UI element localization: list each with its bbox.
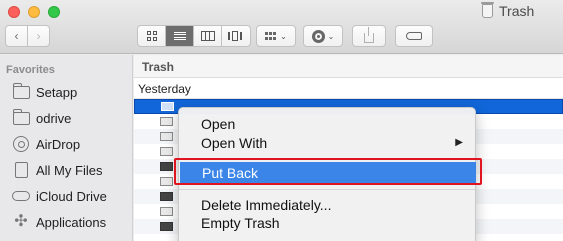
sidebar-item-label: All My Files — [36, 162, 103, 178]
icon-view-button[interactable] — [138, 26, 166, 46]
tag-button[interactable] — [395, 25, 433, 47]
close-window-button[interactable] — [8, 6, 20, 18]
all-files-icon — [12, 162, 30, 178]
chevron-down-icon: ⌄ — [280, 31, 287, 41]
airdrop-icon — [12, 136, 30, 152]
gear-icon — [311, 29, 325, 43]
menu-item-empty-trash[interactable]: Empty Trash — [179, 212, 475, 234]
image-file-icon — [160, 222, 173, 231]
folder-icon — [12, 108, 30, 126]
sidebar-item-label: iCloud Drive — [36, 188, 107, 204]
trash-icon — [481, 2, 494, 18]
sidebar-heading: Favorites — [6, 64, 55, 76]
back-button[interactable]: ‹ — [5, 25, 28, 47]
list-view-button[interactable] — [166, 26, 194, 46]
file-icon — [160, 117, 173, 126]
sidebar-item-applications[interactable]: ✣ Applications — [12, 211, 106, 233]
minimize-window-button[interactable] — [28, 6, 40, 18]
sidebar-item-setapp[interactable]: Setapp — [12, 81, 77, 103]
arrange-icon — [265, 32, 277, 40]
column-view-button[interactable] — [194, 26, 222, 46]
menu-item-label: Delete Immediately... — [201, 197, 332, 213]
menu-separator — [179, 189, 475, 190]
window-title-text: Trash — [499, 3, 535, 19]
window-toolbar: Trash ‹ › ⌄ ⌄ — [0, 0, 563, 54]
sidebar-item-label: AirDrop — [36, 136, 81, 152]
sidebar-item-airdrop[interactable]: AirDrop — [12, 133, 80, 155]
menu-item-label: Put Back — [202, 165, 259, 181]
menu-item-label: Open — [201, 116, 236, 132]
forward-button[interactable]: › — [27, 25, 50, 47]
sidebar-item-label: Setapp — [36, 84, 78, 100]
tag-icon — [406, 32, 422, 40]
chevron-right-icon: › — [36, 29, 41, 43]
image-file-icon — [160, 192, 173, 201]
applications-icon: ✣ — [14, 213, 28, 230]
window-title: Trash — [481, 2, 535, 19]
sidebar-item-label: Applications — [36, 214, 107, 230]
menu-item-label: Empty Trash — [201, 215, 280, 231]
group-header: Yesterday — [134, 78, 563, 99]
view-mode-selector — [137, 25, 251, 47]
context-menu: Open Open With ▶ Put Back Delete Immedia… — [178, 107, 476, 241]
sidebar-item-odrive[interactable]: odrive — [12, 107, 71, 129]
file-icon — [160, 177, 173, 186]
cloud-icon — [12, 188, 30, 204]
menu-item-open-with[interactable]: Open With ▶ — [179, 132, 475, 154]
chevron-left-icon: ‹ — [14, 29, 19, 43]
file-icon — [160, 132, 173, 141]
sidebar-item-all-my-files[interactable]: All My Files — [12, 159, 102, 181]
icon-view-icon — [146, 31, 157, 41]
chevron-down-icon: ⌄ — [327, 31, 335, 41]
column-header[interactable]: Trash — [134, 55, 563, 78]
list-view-icon — [173, 31, 186, 41]
sidebar-item-label: odrive — [36, 110, 72, 126]
menu-item-label: Open With — [201, 135, 268, 151]
submenu-arrow-icon: ▶ — [455, 137, 463, 148]
sidebar: Favorites Setapp odrive AirDrop All My F… — [0, 55, 133, 241]
share-icon — [364, 26, 374, 43]
image-file-icon — [160, 162, 173, 171]
file-icon — [160, 147, 173, 156]
arrange-button[interactable]: ⌄ — [256, 25, 296, 47]
cover-flow-icon — [228, 31, 244, 41]
file-icon — [161, 102, 174, 111]
menu-separator — [179, 158, 475, 159]
zoom-window-button[interactable] — [48, 6, 60, 18]
action-button[interactable]: ⌄ — [303, 25, 343, 47]
column-view-icon — [200, 31, 215, 41]
file-icon — [160, 207, 173, 216]
folder-icon — [12, 82, 30, 100]
sidebar-item-icloud-drive[interactable]: iCloud Drive — [12, 185, 107, 207]
cover-flow-view-button[interactable] — [222, 26, 250, 46]
menu-item-put-back[interactable]: Put Back — [180, 162, 476, 184]
share-button[interactable] — [352, 25, 386, 47]
